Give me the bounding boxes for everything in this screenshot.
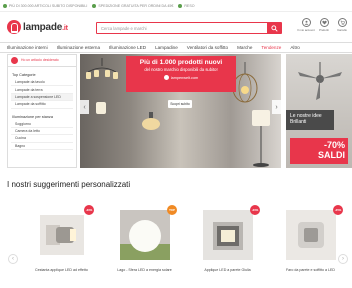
info-item: RESO — [178, 3, 195, 8]
header-actions: Il mio account Preferiti Carrello — [297, 18, 348, 32]
hero-cta-button[interactable]: Scopri subito — [168, 100, 192, 108]
chevron-left-icon: ‹ — [12, 256, 14, 262]
search-icon — [270, 24, 278, 32]
account-button[interactable]: Il mio account — [297, 18, 315, 32]
recommendations-title: I nostri suggerimenti personalizzati — [7, 180, 131, 189]
side-promo-panel[interactable]: Le nostre idee Brillanti -70% SALDI — [286, 54, 352, 168]
nav-item-marche[interactable]: Marche — [237, 45, 252, 50]
product-card[interactable]: -30% Cestanta applique LED ad effetto — [26, 205, 97, 288]
search-input[interactable] — [97, 23, 267, 33]
sidebar-section-title: Top Categorie — [12, 73, 36, 77]
carousel-next-button[interactable]: › — [272, 100, 281, 114]
nav-item-ventilatori[interactable]: Ventilatori da soffitto — [187, 45, 228, 50]
heart-icon — [319, 18, 329, 27]
info-bar: PIÙ DI 300.000 ARTICOLI SUBITO DISPONIBI… — [0, 0, 352, 12]
product-name: Cestanta applique LED ad effetto — [35, 268, 88, 272]
chandelier-image — [86, 58, 118, 79]
discount-badge: -20% — [250, 205, 260, 215]
info-item: PIÙ DI 300.000 ARTICOLI SUBITO DISPONIBI… — [3, 3, 87, 8]
ceiling-fan-image — [298, 62, 342, 100]
product-image — [198, 205, 258, 265]
site-logo[interactable]: lampade.it — [7, 20, 68, 34]
promo-box: Più di 1.000 prodotti nuovi del nostro m… — [126, 56, 236, 92]
brand-icon — [163, 75, 169, 80]
product-name: Applique LED a parete Giulia — [204, 268, 251, 272]
product-image — [115, 205, 175, 265]
product-card[interactable]: -25% Faro da parete e soffitto a LED — [275, 205, 346, 288]
user-icon — [301, 18, 311, 27]
sidebar-item-terra[interactable]: Lampade da terra — [11, 86, 73, 94]
promo-subline: del nostro marchio disponibili da subito… — [144, 67, 218, 72]
wall-lamp-image — [96, 102, 106, 114]
product-image — [281, 205, 341, 265]
top-badge: TOP — [167, 205, 177, 215]
check-icon — [178, 3, 183, 8]
nav-item-led[interactable]: Illuminazione LED — [109, 45, 146, 50]
sidebar-item-tavolo[interactable]: Lampade da tavolo — [11, 79, 73, 87]
lamp-logo-icon — [7, 20, 21, 34]
logo-text: lampade — [23, 21, 63, 33]
product-card[interactable]: -20% Applique LED a parete Giulia — [192, 205, 263, 288]
sale-text: SALDI — [318, 150, 345, 160]
search-bar — [96, 22, 282, 34]
nav-item-esterna[interactable]: Illuminazione esterna — [57, 45, 100, 50]
sale-badge: -70% SALDI — [290, 138, 348, 164]
site-header: lampade.it Il mio account Preferiti Carr… — [0, 12, 352, 42]
chevron-right-icon: › — [275, 103, 278, 111]
sidebar-item-sospensione[interactable]: Lampade a sospensione LED — [11, 93, 73, 102]
floor-lamp-image — [252, 110, 270, 167]
sidebar-item-bagno[interactable]: Bagno — [11, 143, 73, 150]
promo-headline: Più di 1.000 prodotti nuovi — [139, 59, 223, 66]
recommendations-prev-button[interactable]: ‹ — [8, 254, 18, 264]
nav-item-tendenze[interactable]: Tendenze — [261, 45, 281, 50]
promo-brand: lampenwelt.com — [126, 75, 236, 80]
sidebar-header[interactable]: Ho un articolo desiderato — [8, 55, 76, 67]
carousel-prev-button[interactable]: ‹ — [80, 100, 89, 114]
sidebar-item-soggiorno[interactable]: Soggiorno — [11, 121, 73, 128]
wall-sconce-image — [142, 112, 160, 130]
search-button[interactable] — [267, 23, 281, 33]
info-item: SPEDIZIONE GRATUITA PER ORDINI DA 45€ — [92, 3, 173, 8]
discount-badge: -25% — [333, 205, 343, 215]
product-carousel: -30% Cestanta applique LED ad effetto TO… — [26, 205, 346, 288]
product-card[interactable]: TOP Lago - Sfera LED a energia solare — [109, 205, 180, 288]
cart-button[interactable]: Carrello — [336, 18, 348, 32]
sidebar-item-cucina[interactable]: Cucina — [11, 135, 73, 143]
product-name: Faro da parete e soffitto a LED — [285, 268, 336, 272]
logo-suffix: .it — [62, 24, 68, 32]
product-image — [32, 205, 92, 265]
check-icon — [92, 3, 97, 8]
category-sidebar: Ho un articolo desiderato Top Categorie … — [7, 54, 77, 168]
chevron-left-icon: ‹ — [83, 103, 86, 111]
check-icon — [3, 3, 7, 8]
product-name: Lago - Sfera LED a energia solare — [117, 268, 172, 272]
main-nav: Illuminazione interni Illuminazione este… — [0, 42, 352, 53]
sidebar-item-soffitto[interactable]: Lampade da soffitto — [11, 101, 73, 109]
discount-badge: -30% — [84, 205, 94, 215]
nav-item-interni[interactable]: Illuminazione interni — [7, 45, 48, 50]
sidebar-item-camera[interactable]: Camera da letto — [11, 128, 73, 136]
sale-percent: -70% — [323, 140, 345, 150]
nav-item-altro[interactable]: Altro — [290, 45, 299, 50]
nav-item-lampadine[interactable]: Lampadine — [155, 45, 178, 50]
hero-banner[interactable]: Più di 1.000 prodotti nuovi del nostro m… — [80, 54, 281, 168]
ideas-tag: Le nostre idee Brillanti — [286, 110, 334, 130]
wishlist-button[interactable]: Preferiti — [318, 18, 330, 32]
bulb-icon — [11, 57, 18, 64]
sidebar-section-title: Illuminazione per stanza — [12, 114, 53, 119]
cart-icon — [337, 18, 347, 27]
